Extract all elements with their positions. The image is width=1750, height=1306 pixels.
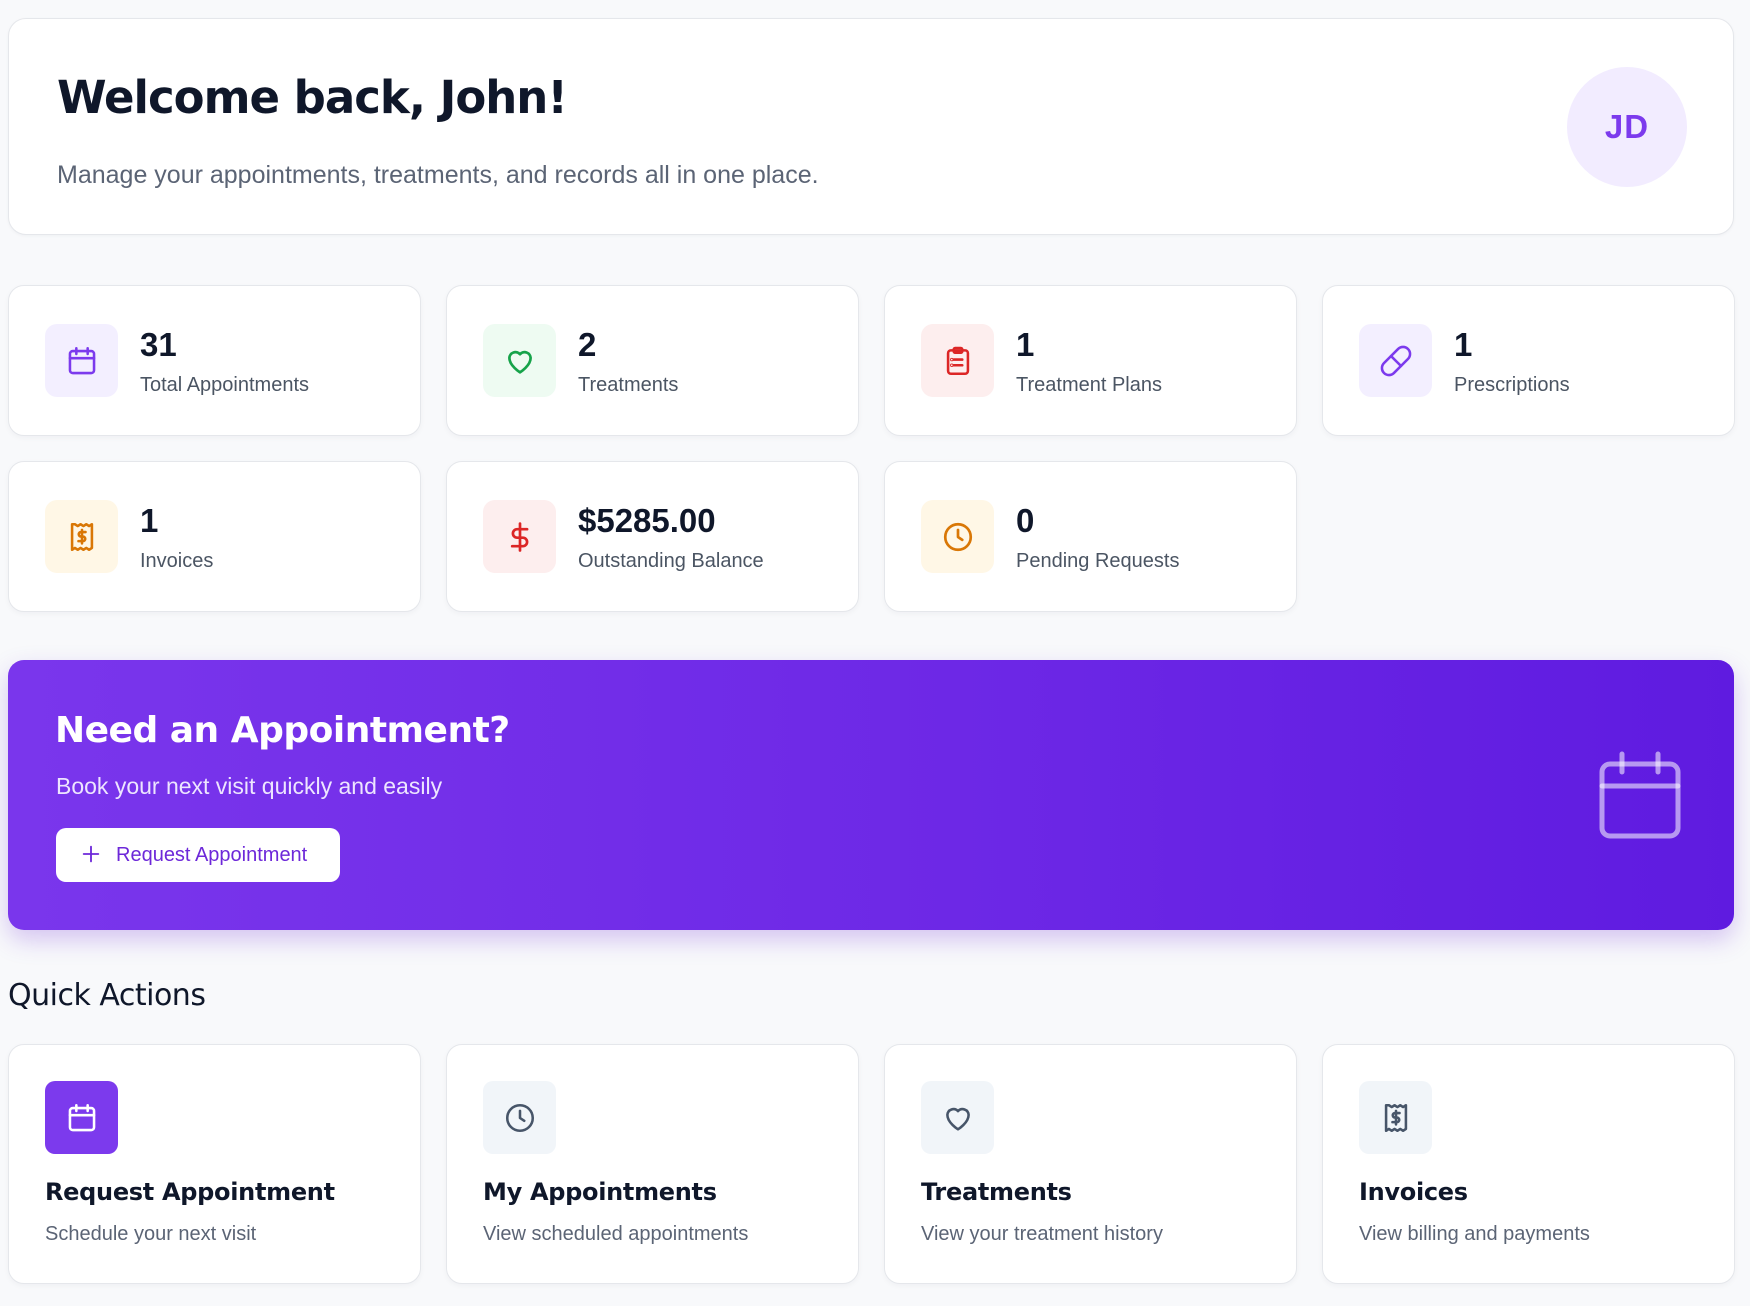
stat-value: 31 [140,326,177,363]
quick-action-title: My Appointments [483,1178,717,1206]
clipboard-icon [921,324,994,397]
stat-label: Pending Requests [1016,550,1180,572]
stat-value: 1 [140,502,159,539]
quick-action-request-appointment[interactable]: Request Appointment Schedule your next v… [8,1044,421,1284]
stat-label: Prescriptions [1454,374,1570,396]
stat-card-treatment-plans: 1 Treatment Plans [884,285,1297,436]
stat-label: Outstanding Balance [578,550,764,572]
quick-action-description: View your treatment history [921,1223,1163,1245]
stat-card-treatments: 2 Treatments [446,285,859,436]
quick-action-treatments[interactable]: Treatments View your treatment history [884,1044,1297,1284]
stat-card-total-appointments: 31 Total Appointments [8,285,421,436]
stat-card-prescriptions: 1 Prescriptions [1322,285,1735,436]
stat-value: 0 [1016,502,1035,539]
receipt-icon [45,500,118,573]
plus-icon [80,843,102,868]
quick-action-description: View scheduled appointments [483,1223,749,1245]
clock-icon [921,500,994,573]
clock-icon [483,1081,556,1154]
quick-action-title: Request Appointment [45,1178,335,1206]
heart-icon [921,1081,994,1154]
calendar-icon [45,324,118,397]
avatar[interactable]: JD [1567,67,1687,187]
stat-value: 1 [1016,326,1035,363]
stat-label: Treatments [578,374,679,396]
banner-title: Need an Appointment? [55,710,510,751]
quick-action-description: Schedule your next visit [45,1223,257,1245]
quick-action-title: Invoices [1359,1178,1468,1206]
quick-action-title: Treatments [921,1178,1072,1206]
quick-action-invoices[interactable]: Invoices View billing and payments [1322,1044,1735,1284]
stat-card-invoices: 1 Invoices [8,461,421,612]
stat-value: $5285.00 [578,502,716,539]
quick-actions-heading: Quick Actions [8,978,206,1013]
stat-label: Total Appointments [140,374,309,396]
stat-card-outstanding-balance: $5285.00 Outstanding Balance [446,461,859,612]
welcome-subtitle: Manage your appointments, treatments, an… [57,161,819,189]
page-title: Welcome back, John! [57,71,568,124]
calendar-icon [45,1081,118,1154]
dollar-icon [483,500,556,573]
calendar-icon [1598,750,1682,840]
receipt-icon [1359,1081,1432,1154]
request-appointment-button[interactable]: Request Appointment [56,828,340,882]
appointment-banner: Need an Appointment? Book your next visi… [8,660,1734,930]
patient-dashboard: Welcome back, John! Manage your appointm… [0,0,1750,1306]
heart-icon [483,324,556,397]
welcome-card: Welcome back, John! Manage your appointm… [8,18,1734,235]
banner-subtitle: Book your next visit quickly and easily [56,773,443,799]
quick-action-my-appointments[interactable]: My Appointments View scheduled appointme… [446,1044,859,1284]
quick-action-description: View billing and payments [1359,1223,1590,1245]
stat-label: Invoices [140,550,214,572]
stat-value: 2 [578,326,597,363]
pill-icon [1359,324,1432,397]
stat-label: Treatment Plans [1016,374,1162,396]
request-appointment-button-label: Request Appointment [116,843,308,866]
stat-value: 1 [1454,326,1473,363]
stat-card-pending-requests: 0 Pending Requests [884,461,1297,612]
